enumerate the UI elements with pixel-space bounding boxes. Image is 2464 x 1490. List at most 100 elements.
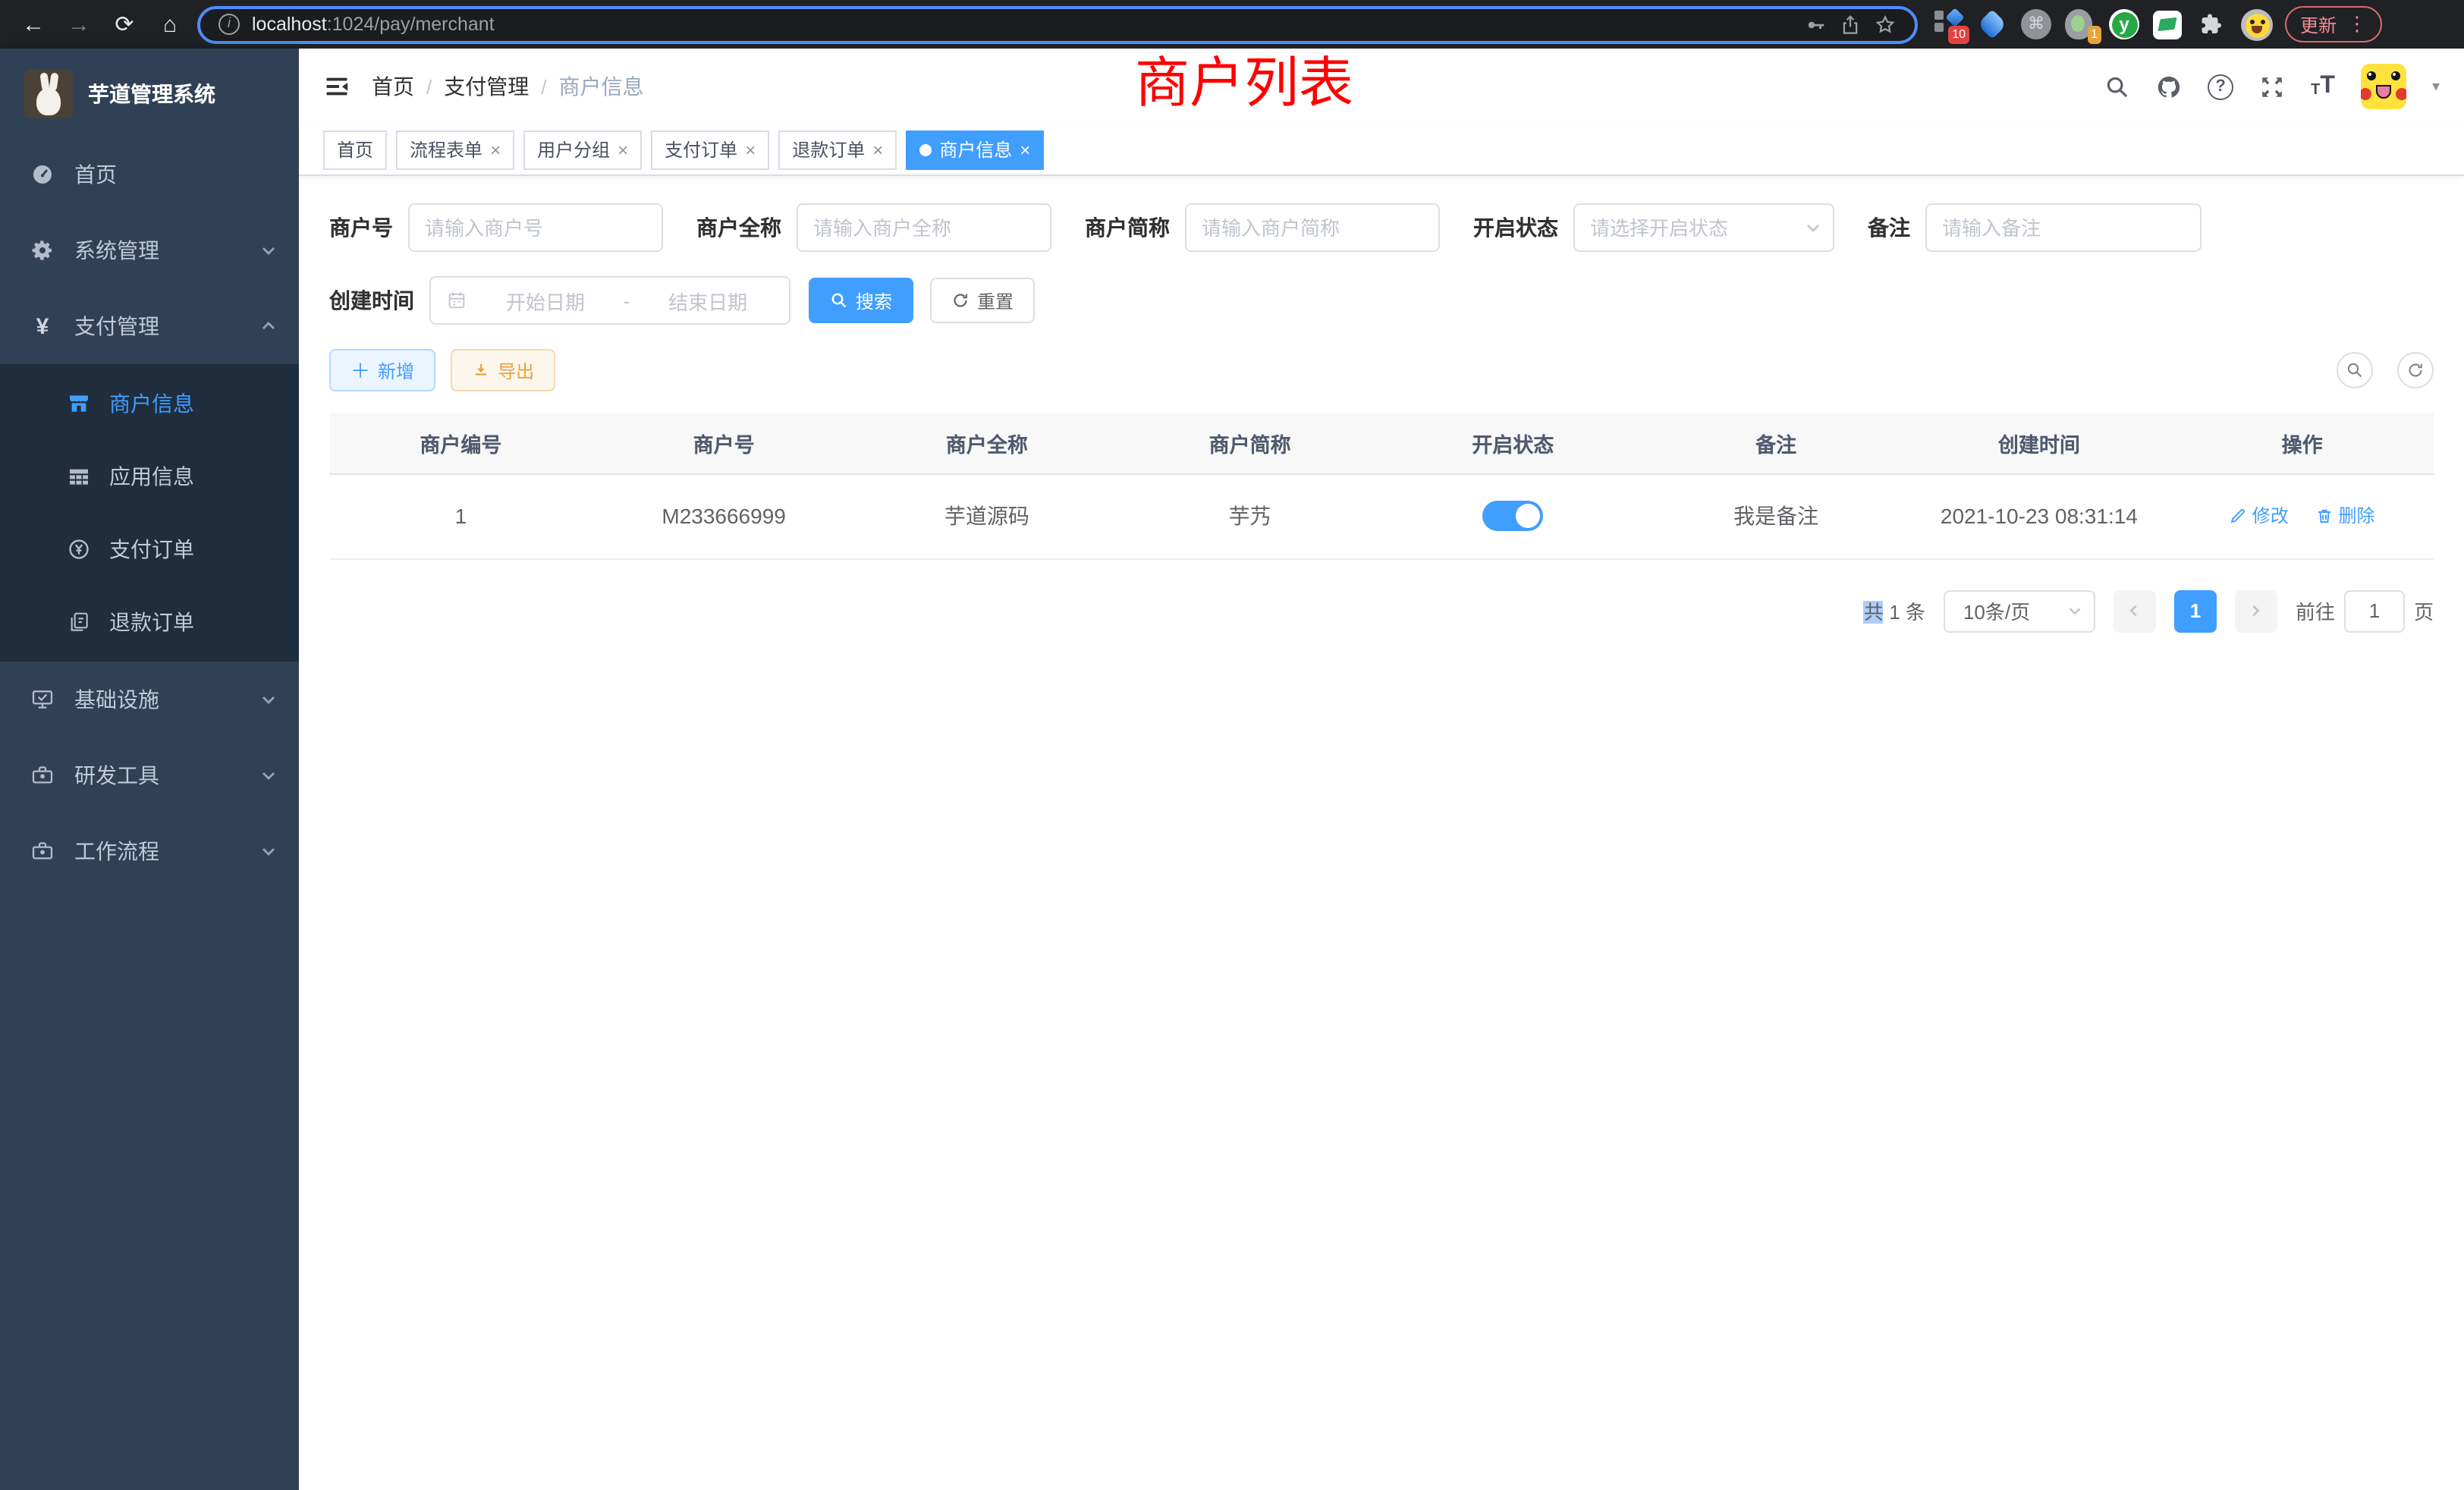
reset-button[interactable]: 重置: [930, 278, 1035, 323]
screen: ← → ⟳ ⌂ i localhost:1024/pay/merchant 10…: [0, 0, 2464, 1490]
logo-rabbit-image: [24, 70, 73, 118]
short-name-input[interactable]: [1185, 203, 1440, 252]
extension-chat-icon[interactable]: [2153, 9, 2183, 39]
cell-merchant-name: 芋道源码: [856, 473, 1119, 558]
sidebar-item-home[interactable]: 首页: [0, 137, 299, 212]
browser-back-button[interactable]: ←: [15, 11, 52, 37]
page-number-1[interactable]: 1: [2174, 589, 2217, 632]
tab-process-form[interactable]: 流程表单×: [396, 130, 514, 169]
delete-link[interactable]: 删除: [2316, 503, 2375, 529]
toggle-search-button[interactable]: [2337, 352, 2373, 388]
tab-pay-order[interactable]: 支付订单 ×: [651, 130, 769, 169]
browser-profile-avatar[interactable]: [2241, 9, 2271, 39]
tab-user-group[interactable]: 用户分组 ×: [523, 130, 642, 169]
tab-label: 支付订单: [665, 137, 737, 162]
github-icon[interactable]: [2156, 74, 2182, 99]
sidebar-item-label: 研发工具: [74, 760, 240, 791]
refresh-table-button[interactable]: [2397, 352, 2434, 388]
breadcrumb-home[interactable]: 首页: [372, 71, 414, 102]
col-merchant-id: 商户编号: [329, 413, 592, 473]
sidebar-logo[interactable]: 芋道管理系统: [0, 49, 299, 137]
add-button[interactable]: ＋ 新增: [329, 349, 435, 391]
tab-label: 商户信息: [939, 137, 1012, 162]
sidebar-item-infra[interactable]: 基础设施: [0, 662, 299, 737]
col-short-name: 商户简称: [1118, 413, 1381, 473]
tab-refund-order[interactable]: 退款订单×: [778, 130, 897, 169]
font-size-icon[interactable]: TT: [2311, 74, 2335, 99]
avatar-caret-icon[interactable]: ▾: [2432, 78, 2440, 95]
chevron-down-icon: [259, 842, 278, 860]
sidebar-menu: 首页 系统管理 ¥ 支付管理 商户信息: [0, 137, 299, 1490]
prev-page-button[interactable]: [2114, 589, 2156, 632]
url-text: localhost:1024/pay/merchant: [252, 14, 495, 35]
address-bar[interactable]: i localhost:1024/pay/merchant: [197, 5, 1918, 43]
extension-blocks-icon[interactable]: 10: [1933, 9, 1963, 39]
status-toggle[interactable]: [1482, 501, 1543, 531]
user-avatar[interactable]: [2361, 64, 2406, 109]
merchant-name-input[interactable]: [797, 203, 1051, 252]
sidebar-collapse-button[interactable]: [323, 73, 350, 100]
calendar-icon: [446, 290, 467, 311]
site-info-icon[interactable]: i: [218, 14, 240, 35]
sidebar-item-pay-order[interactable]: 支付订单: [0, 513, 299, 586]
sidebar-item-pay[interactable]: ¥ 支付管理: [0, 288, 299, 364]
sidebar-item-system[interactable]: 系统管理: [0, 212, 299, 288]
extension-blob-icon[interactable]: 1: [2065, 9, 2095, 39]
browser-home-button[interactable]: ⌂: [152, 11, 188, 37]
monitor-icon: [30, 687, 55, 712]
share-icon[interactable]: [1839, 13, 1862, 36]
export-button[interactable]: 导出: [451, 349, 555, 391]
goto-page: 前往 页: [2296, 589, 2434, 632]
sidebar-item-merchant-info[interactable]: 商户信息: [0, 367, 299, 440]
browser-menu-icon[interactable]: ⋮: [2347, 12, 2367, 36]
col-actions: 操作: [2170, 413, 2434, 473]
sidebar-item-label: 支付管理: [74, 311, 240, 341]
tab-close-icon[interactable]: ×: [745, 140, 756, 159]
status-label: 开启状态: [1473, 212, 1558, 243]
tab-home[interactable]: 首页: [323, 130, 387, 169]
sidebar-item-app-info[interactable]: 应用信息: [0, 440, 299, 513]
tab-close-icon[interactable]: ×: [618, 140, 628, 159]
browser-reload-button[interactable]: ⟳: [106, 11, 143, 38]
edit-link[interactable]: 修改: [2230, 503, 2289, 529]
remark-input[interactable]: [1925, 203, 2202, 252]
extension-y-icon[interactable]: y: [2109, 9, 2139, 39]
cell-merchant-no: M233666999: [592, 473, 856, 558]
filter-row-1: 商户号 商户全称 商户简称 开启状态: [329, 203, 2434, 252]
col-status: 开启状态: [1381, 413, 1645, 473]
breadcrumb: 首页 / 支付管理 / 商户信息: [372, 71, 644, 102]
extension-gem-icon[interactable]: [1977, 9, 2007, 39]
status-select[interactable]: [1573, 203, 1834, 252]
fullscreen-icon[interactable]: [2259, 74, 2285, 99]
search-icon[interactable]: [2104, 74, 2130, 99]
date-range-picker[interactable]: 开始日期 - 结束日期: [429, 276, 790, 325]
sidebar-item-workflow[interactable]: 工作流程: [0, 813, 299, 889]
search-button[interactable]: 搜索: [809, 278, 913, 323]
edit-pencil-icon: [2230, 507, 2248, 525]
bookmark-star-icon[interactable]: [1874, 13, 1897, 36]
page-size-select[interactable]: 10条/页: [1944, 589, 2095, 632]
password-key-icon[interactable]: [1804, 13, 1827, 36]
navbar-actions: ? TT ▾: [2104, 64, 2440, 109]
sidebar-item-refund-order[interactable]: 退款订单: [0, 586, 299, 659]
tab-close-icon[interactable]: ×: [872, 140, 883, 159]
tab-close-icon[interactable]: ×: [490, 140, 501, 159]
tab-close-icon[interactable]: ×: [1020, 140, 1030, 159]
tab-merchant-info[interactable]: 商户信息 ×: [906, 130, 1044, 169]
extensions-puzzle-icon[interactable]: [2197, 9, 2227, 39]
browser-forward-button[interactable]: →: [61, 11, 97, 37]
extension-command-icon[interactable]: ⌘: [2021, 9, 2051, 39]
sidebar-item-label: 商户信息: [109, 388, 194, 419]
browser-update-button[interactable]: 更新 ⋮: [2285, 6, 2382, 42]
next-page-button[interactable]: [2235, 589, 2277, 632]
breadcrumb-pay[interactable]: 支付管理: [444, 71, 529, 102]
help-icon[interactable]: ?: [2208, 74, 2233, 99]
tab-label: 用户分组: [537, 137, 610, 162]
cell-merchant-id: 1: [329, 473, 592, 558]
page-size-value: 10条/页: [1963, 596, 2030, 625]
sidebar-item-devtools[interactable]: 研发工具: [0, 737, 299, 813]
goto-page-input[interactable]: [2344, 589, 2405, 632]
merchant-no-input[interactable]: [408, 203, 663, 252]
y-glyph: y: [2111, 11, 2137, 37]
refresh-icon: [2406, 361, 2425, 379]
